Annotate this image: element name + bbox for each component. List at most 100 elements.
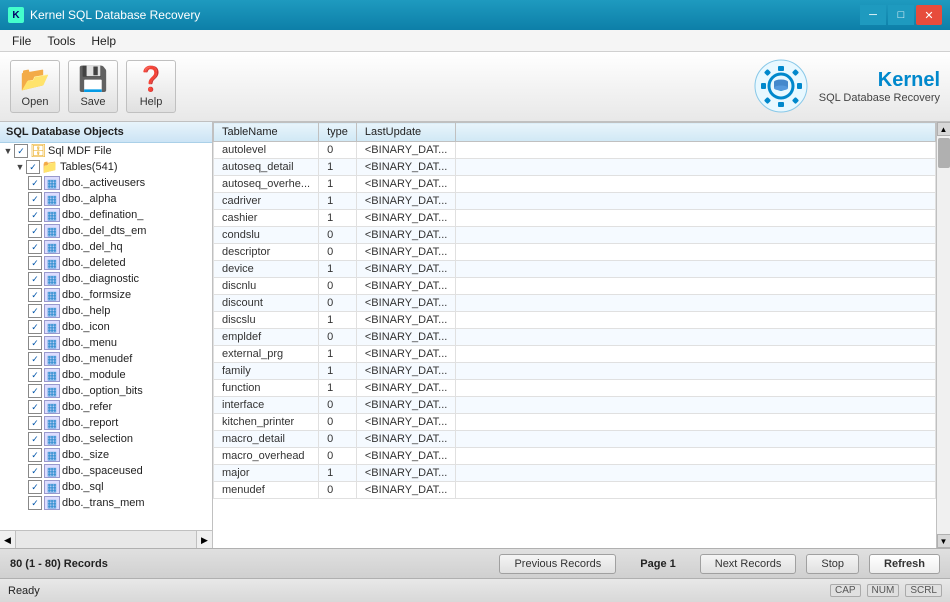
refresh-button[interactable]: Refresh bbox=[869, 554, 940, 574]
cell-lastupdate: <BINARY_DAT... bbox=[356, 380, 455, 397]
col-tablename[interactable]: TableName bbox=[214, 123, 319, 142]
tree-item-help[interactable]: ▦ dbo._help bbox=[0, 303, 212, 319]
cell-type: 0 bbox=[319, 482, 357, 499]
app-window: K Kernel SQL Database Recovery ─ □ ✕ Fil… bbox=[0, 0, 950, 602]
tree-item-deleted[interactable]: ▦ dbo._deleted bbox=[0, 255, 212, 271]
table-row[interactable]: descriptor0<BINARY_DAT... bbox=[214, 244, 936, 261]
next-records-button[interactable]: Next Records bbox=[700, 554, 797, 574]
table-row[interactable]: macro_detail0<BINARY_DAT... bbox=[214, 431, 936, 448]
tree-item-defination[interactable]: ▦ dbo._defination_ bbox=[0, 207, 212, 223]
stop-button[interactable]: Stop bbox=[806, 554, 859, 574]
table-row[interactable]: interface0<BINARY_DAT... bbox=[214, 397, 936, 414]
check-report[interactable] bbox=[28, 416, 42, 430]
tree-item-sql[interactable]: ▦ dbo._sql bbox=[0, 479, 212, 495]
tree-item-menu[interactable]: ▦ dbo._menu bbox=[0, 335, 212, 351]
tree-item-diagnostic[interactable]: ▦ dbo._diagnostic bbox=[0, 271, 212, 287]
col-lastupdate[interactable]: LastUpdate bbox=[356, 123, 455, 142]
scroll-down-arrow[interactable]: ▼ bbox=[937, 534, 950, 548]
table-row[interactable]: external_prg1<BINARY_DAT... bbox=[214, 346, 936, 363]
check-selection[interactable] bbox=[28, 432, 42, 446]
table-row[interactable]: discnlu0<BINARY_DAT... bbox=[214, 278, 936, 295]
tree-item-icon[interactable]: ▦ dbo._icon bbox=[0, 319, 212, 335]
minimize-button[interactable]: ─ bbox=[860, 5, 886, 25]
tree-tables[interactable]: ▼ 📁 Tables(541) bbox=[0, 159, 212, 175]
help-button[interactable]: ❓ Help bbox=[126, 60, 176, 113]
check-icon[interactable] bbox=[28, 320, 42, 334]
check-diagnostic[interactable] bbox=[28, 272, 42, 286]
menu-tools[interactable]: Tools bbox=[39, 32, 83, 50]
col-type[interactable]: type bbox=[319, 123, 357, 142]
cell-type: 1 bbox=[319, 312, 357, 329]
check-help[interactable] bbox=[28, 304, 42, 318]
table-row[interactable]: condslu0<BINARY_DAT... bbox=[214, 227, 936, 244]
check-deleted[interactable] bbox=[28, 256, 42, 270]
tree-root[interactable]: ▼ 🗄 Sql MDF File bbox=[0, 143, 212, 159]
check-module[interactable] bbox=[28, 368, 42, 382]
check-refer[interactable] bbox=[28, 400, 42, 414]
table-row[interactable]: kitchen_printer0<BINARY_DAT... bbox=[214, 414, 936, 431]
check-menu[interactable] bbox=[28, 336, 42, 350]
previous-records-button[interactable]: Previous Records bbox=[499, 554, 616, 574]
tree-check-root[interactable] bbox=[14, 144, 28, 158]
tree-item-spaceused[interactable]: ▦ dbo._spaceused bbox=[0, 463, 212, 479]
menu-help[interactable]: Help bbox=[83, 32, 124, 50]
sidebar-scroll-left[interactable]: ◀ bbox=[0, 531, 16, 548]
table-row[interactable]: major1<BINARY_DAT... bbox=[214, 465, 936, 482]
check-formsize[interactable] bbox=[28, 288, 42, 302]
table-row[interactable]: menudef0<BINARY_DAT... bbox=[214, 482, 936, 499]
table-row[interactable]: macro_overhead0<BINARY_DAT... bbox=[214, 448, 936, 465]
tree-item-selection[interactable]: ▦ dbo._selection bbox=[0, 431, 212, 447]
cell-type: 0 bbox=[319, 414, 357, 431]
col-extra bbox=[456, 123, 936, 142]
check-option-bits[interactable] bbox=[28, 384, 42, 398]
table-row[interactable]: empldef0<BINARY_DAT... bbox=[214, 329, 936, 346]
open-button[interactable]: 📂 Open bbox=[10, 60, 60, 113]
check-size[interactable] bbox=[28, 448, 42, 462]
check-del-dts[interactable] bbox=[28, 224, 42, 238]
table-row[interactable]: discslu1<BINARY_DAT... bbox=[214, 312, 936, 329]
tree-item-report[interactable]: ▦ dbo._report bbox=[0, 415, 212, 431]
tree-item-option-bits[interactable]: ▦ dbo._option_bits bbox=[0, 383, 212, 399]
check-spaceused[interactable] bbox=[28, 464, 42, 478]
tree-expand-root[interactable]: ▼ bbox=[2, 145, 14, 157]
table-row[interactable]: autoseq_overhe...1<BINARY_DAT... bbox=[214, 176, 936, 193]
table-row[interactable]: cadriver1<BINARY_DAT... bbox=[214, 193, 936, 210]
maximize-button[interactable]: □ bbox=[888, 5, 914, 25]
table-row[interactable]: device1<BINARY_DAT... bbox=[214, 261, 936, 278]
table-row[interactable]: autolevel0<BINARY_DAT... bbox=[214, 142, 936, 159]
tree-item-trans-mem[interactable]: ▦ dbo._trans_mem bbox=[0, 495, 212, 511]
check-del-hq[interactable] bbox=[28, 240, 42, 254]
table-row[interactable]: family1<BINARY_DAT... bbox=[214, 363, 936, 380]
tree-item-del-hq[interactable]: ▦ dbo._del_hq bbox=[0, 239, 212, 255]
tree-item-formsize[interactable]: ▦ dbo._formsize bbox=[0, 287, 212, 303]
tree-expand-tables[interactable]: ▼ bbox=[14, 161, 26, 173]
sidebar-scroll-right[interactable]: ▶ bbox=[196, 531, 212, 548]
table-row[interactable]: autoseq_detail1<BINARY_DAT... bbox=[214, 159, 936, 176]
tree-check-tables[interactable] bbox=[26, 160, 40, 174]
scroll-up-arrow[interactable]: ▲ bbox=[937, 122, 950, 136]
tree-item-menudef[interactable]: ▦ dbo._menudef bbox=[0, 351, 212, 367]
tree-item-del-dts[interactable]: ▦ dbo._del_dts_em bbox=[0, 223, 212, 239]
check-activeusers[interactable] bbox=[28, 176, 42, 190]
check-alpha[interactable] bbox=[28, 192, 42, 206]
table-row[interactable]: cashier1<BINARY_DAT... bbox=[214, 210, 936, 227]
sidebar-content[interactable]: ▼ 🗄 Sql MDF File ▼ 📁 Tables(541) ▦ dbo. bbox=[0, 143, 212, 530]
sidebar-scroll-track bbox=[16, 531, 196, 548]
table-container[interactable]: TableName type LastUpdate autolevel0<BIN… bbox=[213, 122, 936, 548]
tree-item-refer[interactable]: ▦ dbo._refer bbox=[0, 399, 212, 415]
check-sql[interactable] bbox=[28, 480, 42, 494]
check-menudef[interactable] bbox=[28, 352, 42, 366]
cell-type: 0 bbox=[319, 244, 357, 261]
tree-item-module[interactable]: ▦ dbo._module bbox=[0, 367, 212, 383]
close-button[interactable]: ✕ bbox=[916, 5, 942, 25]
check-trans-mem[interactable] bbox=[28, 496, 42, 510]
menu-file[interactable]: File bbox=[4, 32, 39, 50]
table-row[interactable]: discount0<BINARY_DAT... bbox=[214, 295, 936, 312]
table-row[interactable]: function1<BINARY_DAT... bbox=[214, 380, 936, 397]
tree-item-alpha[interactable]: ▦ dbo._alpha bbox=[0, 191, 212, 207]
scroll-thumb[interactable] bbox=[938, 138, 950, 168]
check-defination[interactable] bbox=[28, 208, 42, 222]
save-button[interactable]: 💾 Save bbox=[68, 60, 118, 113]
tree-item-activeusers[interactable]: ▦ dbo._activeusers bbox=[0, 175, 212, 191]
tree-item-size[interactable]: ▦ dbo._size bbox=[0, 447, 212, 463]
